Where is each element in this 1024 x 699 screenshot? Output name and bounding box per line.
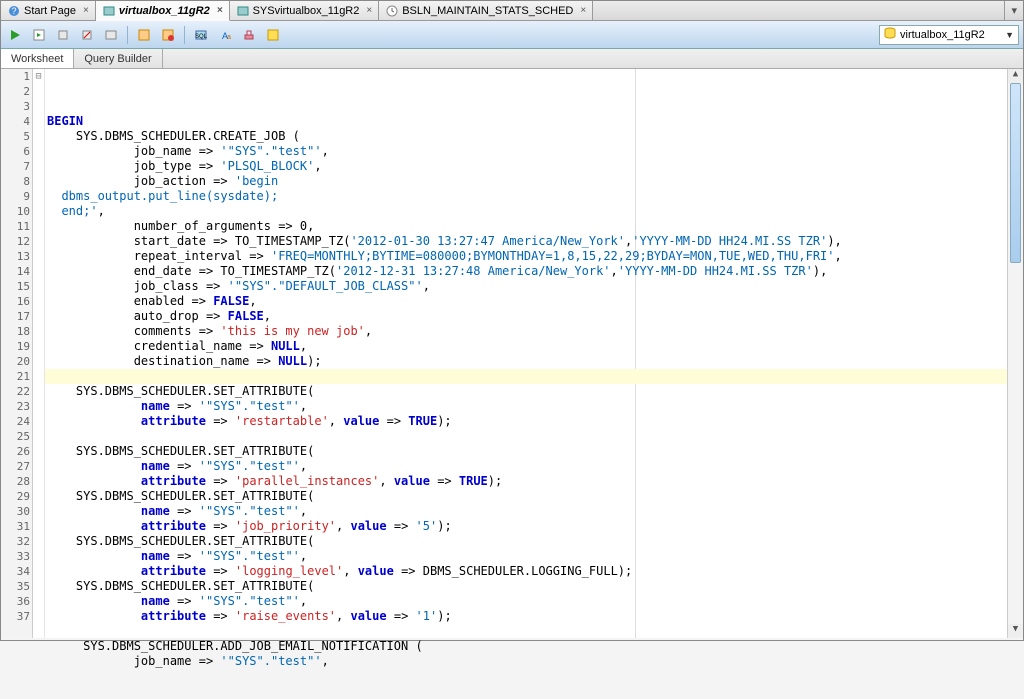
tab-querybuilder[interactable]: Query Builder xyxy=(74,49,162,68)
sql-icon xyxy=(102,4,116,18)
dbms-output-icon[interactable] xyxy=(263,25,283,45)
connection-dropdown[interactable]: virtualbox_11gR2 ▼ xyxy=(879,25,1019,45)
autotrace-icon[interactable] xyxy=(134,25,154,45)
run-icon[interactable] xyxy=(5,25,25,45)
code-area[interactable]: BEGIN SYS.DBMS_SCHEDULER.CREATE_JOB ( jo… xyxy=(45,69,1007,638)
scroll-up-icon[interactable]: ▲ xyxy=(1008,69,1023,83)
commit-icon[interactable] xyxy=(53,25,73,45)
svg-text:?: ? xyxy=(11,6,16,16)
tab-label: SYSvirtualbox_11gR2 xyxy=(253,5,360,17)
clock-icon xyxy=(385,4,399,18)
close-icon[interactable]: × xyxy=(217,5,223,16)
vertical-scrollbar[interactable]: ▲ ▼ xyxy=(1007,69,1023,638)
scroll-down-icon[interactable]: ▼ xyxy=(1008,624,1023,638)
database-icon xyxy=(884,27,896,42)
fold-strip[interactable]: ⊟ xyxy=(33,69,45,638)
help-icon: ? xyxy=(7,4,21,18)
minimize-panel-icon[interactable]: ▾ xyxy=(1004,1,1023,20)
chevron-down-icon: ▼ xyxy=(1005,30,1014,40)
scroll-thumb[interactable] xyxy=(1010,83,1021,263)
tab-bsln[interactable]: BSLN_MAINTAIN_STATS_SCHED × xyxy=(379,1,593,20)
unshared-icon[interactable] xyxy=(158,25,178,45)
sql-history-icon[interactable]: SQL xyxy=(191,25,211,45)
svg-text:a: a xyxy=(227,34,231,41)
close-icon[interactable]: × xyxy=(83,5,89,16)
run-script-icon[interactable] xyxy=(29,25,49,45)
close-icon[interactable]: × xyxy=(580,5,586,16)
toolbar: SQL Aa virtualbox_11gR2 ▼ xyxy=(1,21,1023,49)
tab-worksheet[interactable]: Worksheet xyxy=(1,49,74,68)
tab-start-page[interactable]: ? Start Page × xyxy=(1,1,96,20)
clear-icon[interactable] xyxy=(239,25,259,45)
svg-text:SQL: SQL xyxy=(195,34,207,40)
to-upper-icon[interactable]: Aa xyxy=(215,25,235,45)
connection-label: virtualbox_11gR2 xyxy=(900,29,985,41)
explain-plan-icon[interactable] xyxy=(101,25,121,45)
file-tabs: ? Start Page × virtualbox_11gR2 × SYSvir… xyxy=(1,1,1023,21)
code-editor: 1234567891011121314151617181920212223242… xyxy=(1,69,1023,638)
tab-label: virtualbox_11gR2 xyxy=(119,5,210,17)
tab-label: Start Page xyxy=(24,5,76,17)
sql-icon xyxy=(236,4,250,18)
close-icon[interactable]: × xyxy=(366,5,372,16)
tab-virtualbox[interactable]: virtualbox_11gR2 × xyxy=(96,1,230,21)
rollback-icon[interactable] xyxy=(77,25,97,45)
worksheet-tabs: Worksheet Query Builder xyxy=(1,49,1023,69)
scroll-track[interactable] xyxy=(1008,83,1023,624)
line-gutter: 1234567891011121314151617181920212223242… xyxy=(1,69,33,638)
tab-label: BSLN_MAINTAIN_STATS_SCHED xyxy=(402,5,573,17)
tab-sysvirtualbox[interactable]: SYSvirtualbox_11gR2 × xyxy=(230,1,380,20)
